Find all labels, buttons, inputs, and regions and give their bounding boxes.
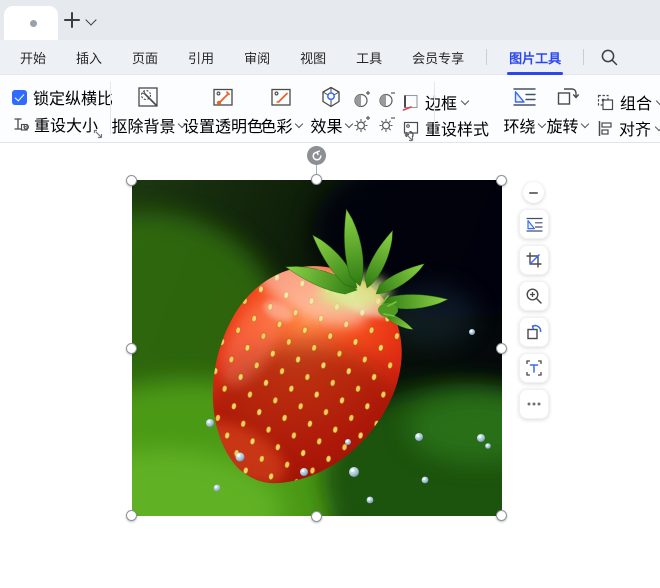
wrap-button[interactable]: 环绕 [498, 84, 550, 140]
selection-handle-top-left[interactable] [126, 175, 137, 186]
set-transparent-color-button[interactable]: 设置透明色 [183, 84, 263, 140]
remove-background-label: 抠除背景 [111, 119, 176, 136]
effects-button[interactable]: 效果 [308, 84, 354, 140]
menu-item-insert[interactable]: 插入 [76, 48, 102, 67]
selection-handle-bottom-left[interactable] [126, 510, 137, 521]
color-icon [271, 88, 291, 106]
floating-crop-button[interactable] [519, 245, 549, 275]
border-icon [402, 94, 418, 111]
color-label: 色彩 [260, 119, 293, 136]
menu-item-start[interactable]: 开始 [20, 48, 46, 67]
more-dots-icon [527, 402, 541, 406]
menu-item-page[interactable]: 页面 [132, 48, 158, 67]
new-tab-button[interactable] [61, 9, 83, 31]
unsaved-indicator-dot [30, 20, 37, 27]
floating-rotate-button[interactable] [519, 317, 549, 347]
menu-item-reference[interactable]: 引用 [188, 48, 214, 67]
menu-item-picture-tools-active[interactable]: 图片工具 [507, 48, 564, 75]
selection-handle-middle-right[interactable] [496, 343, 507, 354]
set-transparent-color-label: 设置透明色 [183, 119, 264, 136]
rotate-button[interactable]: 旋转 [544, 84, 590, 140]
effects-icon [322, 86, 340, 108]
group-label: 组合 [620, 96, 653, 113]
search-icon [601, 49, 618, 65]
selection-handle-middle-left[interactable] [126, 343, 137, 354]
chevron-down-icon [460, 96, 470, 105]
decrease-contrast-button[interactable] [377, 88, 397, 110]
floating-toolbar-collapse-button[interactable] [523, 182, 544, 203]
size-dialog-launcher-icon[interactable] [93, 129, 104, 140]
picture-dialog-launcher-icon[interactable] [404, 132, 415, 143]
chevron-down-icon [580, 119, 589, 128]
extract-text-icon [526, 360, 542, 376]
chevron-down-icon [655, 96, 660, 105]
rotate-icon [557, 88, 579, 105]
menu-divider [486, 49, 488, 65]
decrease-brightness-button[interactable] [377, 113, 397, 135]
align-button[interactable]: 对齐 [596, 116, 660, 140]
search-button[interactable] [600, 48, 619, 67]
menu-item-view[interactable]: 视图 [300, 48, 326, 67]
color-button[interactable]: 色彩 [254, 84, 308, 140]
reset-style-button[interactable]: 重设样式 [402, 116, 489, 140]
selection-handle-top-center[interactable] [311, 174, 322, 185]
reset-size-button[interactable]: 重设大小 [12, 112, 98, 136]
rotation-handle[interactable] [307, 146, 326, 165]
group-button[interactable]: 组合 [596, 90, 660, 114]
decrease-brightness-icon [379, 117, 395, 133]
increase-contrast-button[interactable] [352, 88, 372, 110]
menu-divider [583, 49, 585, 65]
floating-more-button[interactable] [519, 389, 549, 419]
lock-aspect-label: 锁定纵横比 [33, 91, 114, 108]
floating-zoom-button[interactable] [519, 281, 549, 311]
selection-handle-bottom-right[interactable] [496, 510, 507, 521]
effects-label: 效果 [310, 119, 343, 136]
document-tab[interactable] [4, 6, 58, 40]
zoom-in-icon [526, 288, 542, 304]
selection-handle-top-right[interactable] [496, 175, 507, 186]
toolbar-group-divider [434, 82, 435, 134]
reset-size-icon [14, 117, 29, 131]
document-canvas[interactable] [0, 143, 660, 588]
chevron-down-icon [654, 122, 660, 131]
crop-icon [526, 252, 542, 268]
border-button[interactable]: 边框 [402, 90, 470, 114]
floating-extract-text-button[interactable] [519, 353, 549, 383]
rotate-icon [526, 324, 541, 340]
menu-item-member[interactable]: 会员专享 [412, 48, 464, 67]
ribbon-menu-bar: 开始 插入 页面 引用 审阅 视图 工具 会员专享 图片工具 [0, 40, 660, 75]
increase-contrast-icon [354, 91, 370, 108]
align-label: 对齐 [619, 122, 652, 139]
remove-background-button[interactable]: 抠除背景 [112, 84, 186, 140]
text-wrap-icon [525, 217, 543, 232]
rotate-arrow-icon [311, 149, 322, 161]
tab-list-chevron-icon[interactable] [85, 14, 97, 26]
strawberry-photo-render [12, 147, 612, 573]
increase-brightness-icon [354, 116, 370, 133]
text-wrap-icon [512, 88, 536, 106]
group-objects-icon [597, 94, 614, 110]
increase-brightness-button[interactable] [352, 113, 372, 135]
rotate-label: 旋转 [546, 119, 579, 136]
selection-handle-bottom-center[interactable] [311, 511, 322, 522]
reset-size-label: 重设大小 [34, 118, 99, 135]
chevron-down-icon [294, 119, 303, 128]
remove-background-icon [138, 87, 158, 107]
checkbox-checked-icon [12, 89, 27, 105]
window-tab-bar [0, 0, 660, 40]
decrease-contrast-icon [379, 92, 395, 108]
strawberry-image[interactable] [12, 147, 612, 573]
menu-item-tools[interactable]: 工具 [356, 48, 382, 67]
transparent-color-icon [213, 88, 233, 106]
lock-aspect-ratio-checkbox[interactable]: 锁定纵横比 [12, 85, 113, 109]
wrap-label: 环绕 [503, 119, 536, 136]
floating-wrap-text-button[interactable] [519, 209, 549, 239]
align-objects-icon [598, 120, 612, 136]
menu-item-review[interactable]: 审阅 [244, 48, 270, 67]
border-label: 边框 [425, 96, 458, 113]
